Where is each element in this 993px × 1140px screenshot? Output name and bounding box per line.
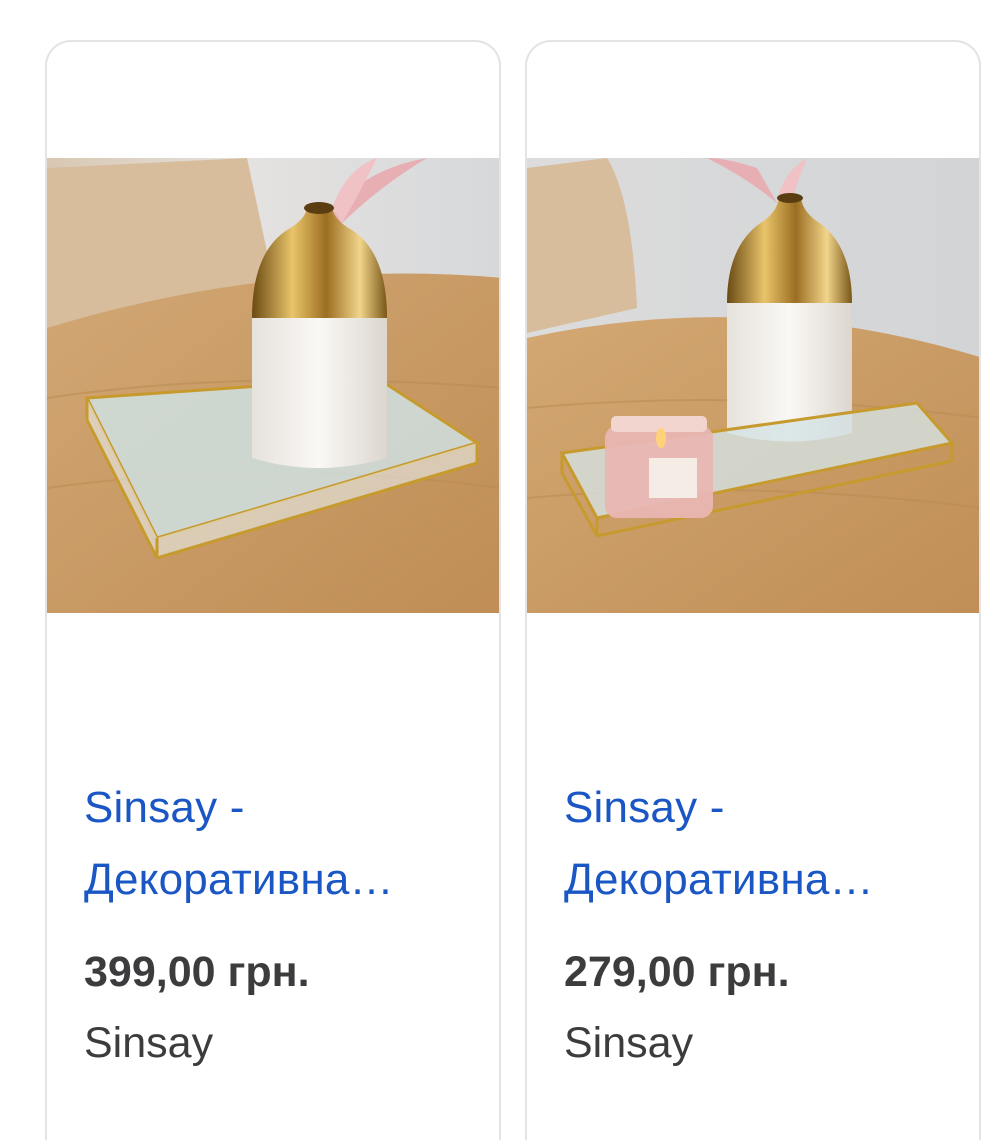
product-title-line-2: Декоративна… — [84, 855, 394, 904]
product-title-link[interactable]: Sinsay - Декоративна… — [84, 772, 464, 916]
product-card[interactable]: Sinsay - Декоративна… 399,00 грн. Sinsay — [45, 40, 501, 1140]
product-title-line-1: Sinsay - — [564, 783, 725, 832]
product-image[interactable] — [527, 158, 979, 613]
merchant-name: Sinsay — [564, 1019, 694, 1067]
merchant-name: Sinsay — [84, 1019, 214, 1067]
product-card[interactable]: Sinsay - Декоративна… 279,00 грн. Sinsay — [525, 40, 981, 1140]
product-title-line-2: Декоративна… — [564, 855, 874, 904]
product-price: 399,00 грн. — [84, 948, 310, 996]
product-title-link[interactable]: Sinsay - Декоративна… — [564, 772, 944, 916]
vase-and-candle-on-mirror-tray-photo — [527, 158, 979, 613]
product-image[interactable] — [47, 158, 499, 613]
product-price: 279,00 грн. — [564, 948, 790, 996]
vase-on-mirror-tray-photo — [47, 158, 499, 613]
product-title-line-1: Sinsay - — [84, 783, 245, 832]
